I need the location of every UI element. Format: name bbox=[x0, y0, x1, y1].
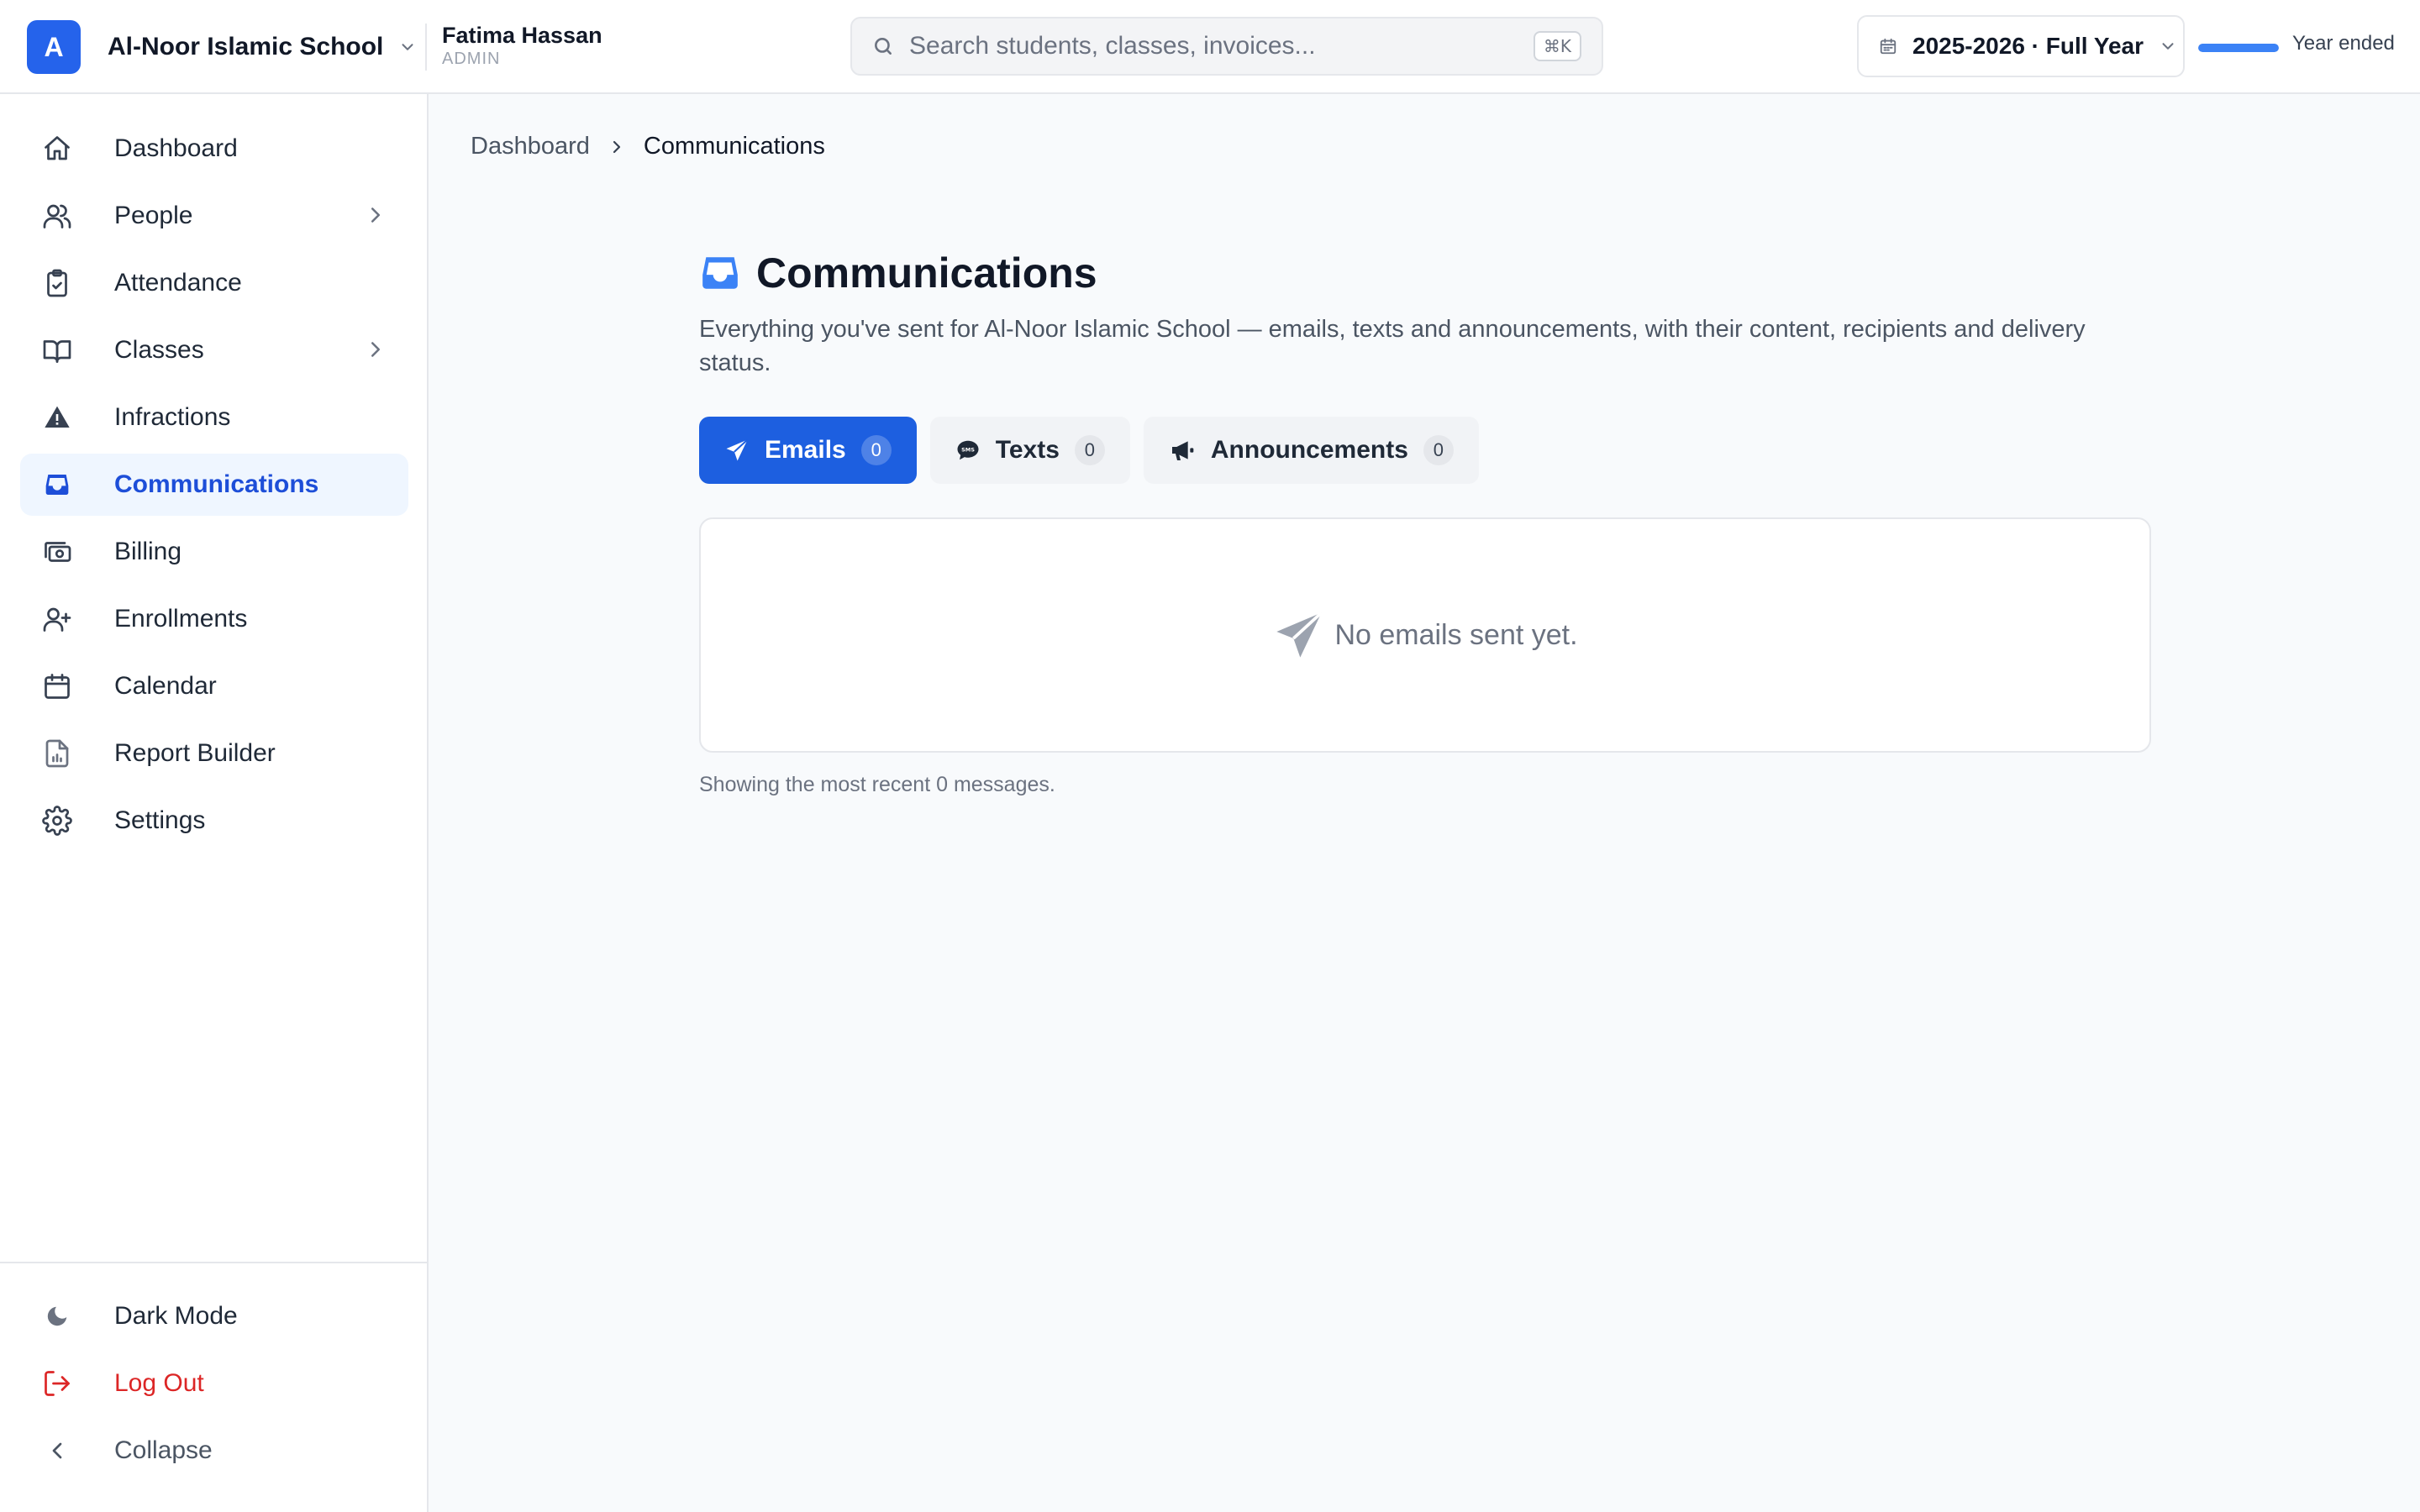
inbox-icon bbox=[699, 252, 741, 294]
paper-plane-icon bbox=[1272, 608, 1326, 662]
chevron-down-icon bbox=[398, 38, 417, 56]
inbox-icon bbox=[40, 468, 74, 501]
sidebar-item-label: Settings bbox=[114, 806, 206, 834]
breadcrumb-current: Communications bbox=[643, 133, 825, 160]
tab-count-badge: 0 bbox=[1423, 435, 1454, 465]
tab-label: Emails bbox=[765, 436, 846, 464]
tab-label: Texts bbox=[995, 436, 1060, 464]
dark-mode-label: Dark Mode bbox=[114, 1302, 238, 1330]
dark-mode-toggle[interactable]: Dark Mode bbox=[20, 1285, 407, 1347]
global-search[interactable]: ⌘K bbox=[850, 17, 1603, 76]
tab-count-badge: 0 bbox=[860, 435, 892, 465]
page-title: Communications bbox=[756, 249, 1097, 297]
school-year-select[interactable]: 2025-2026 · Full Year bbox=[1857, 15, 2185, 77]
sidebar-nav: Dashboard People Attendance Classes Infr… bbox=[20, 118, 408, 857]
collapse-sidebar-button[interactable]: Collapse bbox=[20, 1420, 407, 1482]
sidebar-item-calendar[interactable]: Calendar bbox=[20, 655, 408, 717]
calendar-icon bbox=[40, 669, 74, 703]
logout-label: Log Out bbox=[114, 1369, 204, 1397]
sidebar-item-label: Report Builder bbox=[114, 739, 276, 767]
messages-footnote: Showing the most recent 0 messages. bbox=[699, 773, 1055, 796]
sidebar-item-label: Attendance bbox=[114, 269, 242, 297]
message-type-tabs: Emails 0 SMS Texts 0 Announcements 0 bbox=[699, 417, 1479, 484]
sidebar-item-label: Communications bbox=[114, 470, 319, 498]
sidebar: Dashboard People Attendance Classes Infr… bbox=[0, 94, 429, 1512]
gear-icon bbox=[40, 804, 74, 837]
report-icon bbox=[40, 737, 74, 770]
year-status: Year ended bbox=[2292, 32, 2395, 55]
header-divider bbox=[425, 24, 427, 71]
breadcrumb-dashboard-link[interactable]: Dashboard bbox=[471, 133, 590, 160]
emails-empty-state: No emails sent yet. bbox=[699, 517, 2151, 753]
chevron-left-icon bbox=[40, 1434, 74, 1467]
school-year-label: 2025-2026 · Full Year bbox=[1912, 33, 2144, 59]
sidebar-item-communications[interactable]: Communications bbox=[20, 454, 408, 516]
user-name: Fatima Hassan bbox=[442, 23, 602, 48]
sidebar-item-classes[interactable]: Classes bbox=[20, 319, 408, 381]
tab-label: Announcements bbox=[1210, 436, 1408, 464]
sidebar-item-label: Calendar bbox=[114, 672, 217, 700]
chevron-right-icon bbox=[363, 202, 388, 228]
svg-text:SMS: SMS bbox=[961, 447, 975, 454]
sms-icon: SMS bbox=[955, 438, 981, 463]
title-row: Communications bbox=[699, 249, 2153, 297]
search-shortcut-badge: ⌘K bbox=[1533, 31, 1581, 61]
search-icon bbox=[872, 35, 894, 57]
logout-button[interactable]: Log Out bbox=[20, 1352, 407, 1415]
sidebar-item-label: Billing bbox=[114, 538, 182, 565]
page-description: Everything you've sent for Al-Noor Islam… bbox=[699, 316, 2086, 376]
sidebar-item-billing[interactable]: Billing bbox=[20, 521, 408, 583]
sidebar-item-enrollments[interactable]: Enrollments bbox=[20, 588, 408, 650]
search-input[interactable] bbox=[909, 32, 1534, 60]
tab-emails[interactable]: Emails 0 bbox=[699, 417, 917, 484]
money-icon bbox=[40, 535, 74, 569]
user-plus-icon bbox=[40, 602, 74, 636]
sidebar-item-label: Dashboard bbox=[114, 134, 238, 162]
chevron-right-icon bbox=[363, 337, 388, 362]
collapse-label: Collapse bbox=[114, 1436, 213, 1464]
book-open-icon bbox=[40, 333, 74, 367]
user-role: ADMIN bbox=[442, 50, 501, 68]
moon-icon bbox=[40, 1299, 74, 1333]
logout-icon bbox=[40, 1367, 74, 1400]
sidebar-item-people[interactable]: People bbox=[20, 185, 408, 247]
empty-state-message: No emails sent yet. bbox=[1334, 618, 1578, 651]
breadcrumb: Dashboard Communications bbox=[471, 133, 825, 160]
school-name: Al-Noor Islamic School bbox=[108, 33, 384, 60]
chevron-down-icon bbox=[2159, 37, 2177, 55]
sidebar-item-attendance[interactable]: Attendance bbox=[20, 252, 408, 314]
sidebar-item-infractions[interactable]: Infractions bbox=[20, 386, 408, 449]
user-info: Fatima Hassan ADMIN bbox=[442, 22, 602, 69]
page-header: Communications Everything you've sent fo… bbox=[699, 249, 2153, 380]
year-progress-fill bbox=[2198, 44, 2279, 52]
school-logo-letter: A bbox=[44, 31, 64, 62]
paper-plane-icon bbox=[724, 438, 750, 463]
home-icon bbox=[40, 132, 74, 165]
users-icon bbox=[40, 199, 74, 233]
school-switcher[interactable]: Al-Noor Islamic School bbox=[108, 20, 417, 74]
sidebar-item-dashboard[interactable]: Dashboard bbox=[20, 118, 408, 180]
calendar-icon bbox=[1879, 37, 1897, 55]
megaphone-icon bbox=[1169, 437, 1196, 464]
tab-texts[interactable]: SMS Texts 0 bbox=[929, 417, 1130, 484]
sidebar-item-label: People bbox=[114, 202, 193, 229]
sidebar-item-report-builder[interactable]: Report Builder bbox=[20, 722, 408, 785]
warning-icon bbox=[40, 401, 74, 434]
sidebar-item-label: Classes bbox=[114, 336, 204, 364]
sidebar-item-label: Enrollments bbox=[114, 605, 248, 633]
sidebar-item-label: Infractions bbox=[114, 403, 231, 431]
sidebar-item-settings[interactable]: Settings bbox=[20, 790, 408, 852]
tab-count-badge: 0 bbox=[1074, 435, 1105, 465]
clipboard-check-icon bbox=[40, 266, 74, 300]
year-progress-bar bbox=[2198, 44, 2279, 52]
sidebar-footer: Dark Mode Log Out Collapse bbox=[0, 1262, 427, 1487]
school-logo: A bbox=[27, 20, 81, 74]
tab-announcements[interactable]: Announcements 0 bbox=[1143, 417, 1479, 484]
top-bar: A Al-Noor Islamic School Fatima Hassan A… bbox=[0, 0, 2420, 94]
chevron-right-icon bbox=[607, 137, 627, 157]
